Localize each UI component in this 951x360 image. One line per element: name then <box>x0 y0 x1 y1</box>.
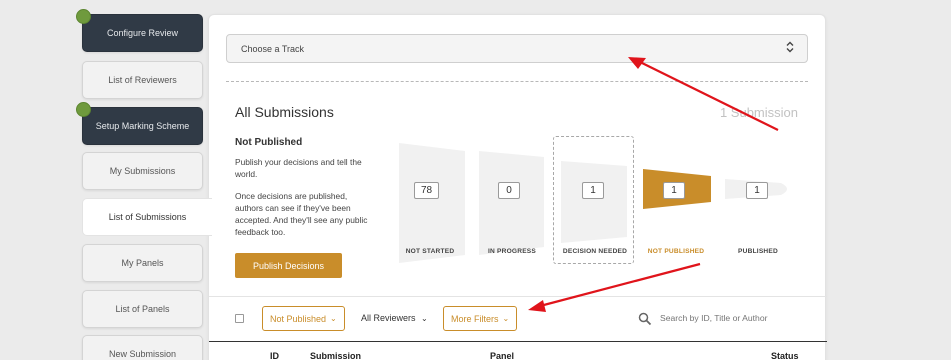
stage-count-in-progress[interactable]: 0 <box>498 182 520 199</box>
search-input[interactable] <box>660 313 810 323</box>
column-header-id[interactable]: ID <box>270 351 279 360</box>
sidebar-item-list-of-reviewers[interactable]: List of Reviewers <box>82 61 203 99</box>
chevron-down-icon: ⌄ <box>330 314 337 323</box>
stage-label-not-published[interactable]: NOT PUBLISHED <box>631 248 721 255</box>
sidebar-item-list-of-submissions[interactable]: List of Submissions <box>82 198 212 236</box>
status-dot <box>76 9 91 24</box>
sidebar-item-my-submissions[interactable]: My Submissions <box>82 152 203 190</box>
sidebar-item-label: Configure Review <box>106 28 179 38</box>
more-filters-button[interactable]: More Filters ⌄ <box>443 306 518 331</box>
more-filters-label: More Filters <box>451 313 499 324</box>
select-all-checkbox[interactable] <box>235 314 244 323</box>
sidebar-item-list-of-panels[interactable]: List of Panels <box>82 290 203 328</box>
main-panel: Choose a Track All Submissions 1 Submiss… <box>208 14 827 360</box>
stage-count-decision-needed[interactable]: 1 <box>582 182 604 199</box>
submission-count: 1 Submission <box>719 105 798 120</box>
track-select-placeholder: Choose a Track <box>241 43 305 54</box>
reviewers-filter-dropdown[interactable]: All Reviewers ⌄ <box>361 313 428 323</box>
dashed-divider <box>226 81 808 82</box>
table-header <box>209 341 827 360</box>
status-filter-dropdown[interactable]: Not Published ⌄ <box>262 306 345 331</box>
sidebar-item-label: List of Panels <box>115 304 170 314</box>
sidebar-item-my-panels[interactable]: My Panels <box>82 244 203 282</box>
stage-label-published[interactable]: PUBLISHED <box>713 248 803 255</box>
info-text: Publish your decisions and tell the worl… <box>235 157 362 179</box>
funnel-segment-in-progress <box>479 151 544 255</box>
chevron-down-icon: ⌄ <box>421 314 428 323</box>
sidebar: Configure Review List of Reviewers Setup… <box>0 0 212 360</box>
sidebar-item-new-submission[interactable]: New Submission <box>82 335 203 360</box>
info-title: Not Published <box>235 137 303 148</box>
chevron-up-down-icon <box>786 41 794 54</box>
search-icon <box>638 312 652 326</box>
divider <box>209 296 827 297</box>
info-text: Once decisions are published, authors ca… <box>235 191 368 237</box>
stage-count-published[interactable]: 1 <box>746 182 768 199</box>
sidebar-item-setup-marking-scheme[interactable]: Setup Marking Scheme <box>76 102 203 145</box>
publish-decisions-button[interactable]: Publish Decisions <box>235 253 342 278</box>
sidebar-item-label: Setup Marking Scheme <box>95 121 190 131</box>
track-select[interactable]: Choose a Track <box>226 34 808 63</box>
sidebar-item-label: My Submissions <box>109 166 176 176</box>
sidebar-item-configure-review[interactable]: Configure Review <box>76 9 203 52</box>
sidebar-item-label: New Submission <box>108 349 177 359</box>
stage-label-in-progress[interactable]: IN PROGRESS <box>467 248 557 255</box>
status-filter-label: Not Published <box>270 313 327 324</box>
stage-label-decision-needed[interactable]: DECISION NEEDED <box>550 248 640 255</box>
selected-stage-outline <box>553 136 634 264</box>
status-dot <box>76 102 91 117</box>
sidebar-item-label: List of Reviewers <box>108 75 177 85</box>
column-header-status[interactable]: Status <box>771 351 799 360</box>
funnel-segment-not-started <box>399 143 465 263</box>
stage-count-not-started[interactable]: 78 <box>414 182 440 199</box>
sidebar-item-label: My Panels <box>121 258 164 268</box>
stage-count-not-published[interactable]: 1 <box>663 182 685 199</box>
section-title: All Submissions <box>235 104 334 120</box>
reviewers-filter-label: All Reviewers <box>361 313 416 323</box>
sidebar-item-label: List of Submissions <box>108 212 187 222</box>
column-header-submission[interactable]: Submission <box>310 351 361 360</box>
chevron-down-icon: ⌄ <box>502 314 510 323</box>
column-header-panel[interactable]: Panel <box>490 351 514 360</box>
stage-label-not-started[interactable]: NOT STARTED <box>385 248 475 255</box>
